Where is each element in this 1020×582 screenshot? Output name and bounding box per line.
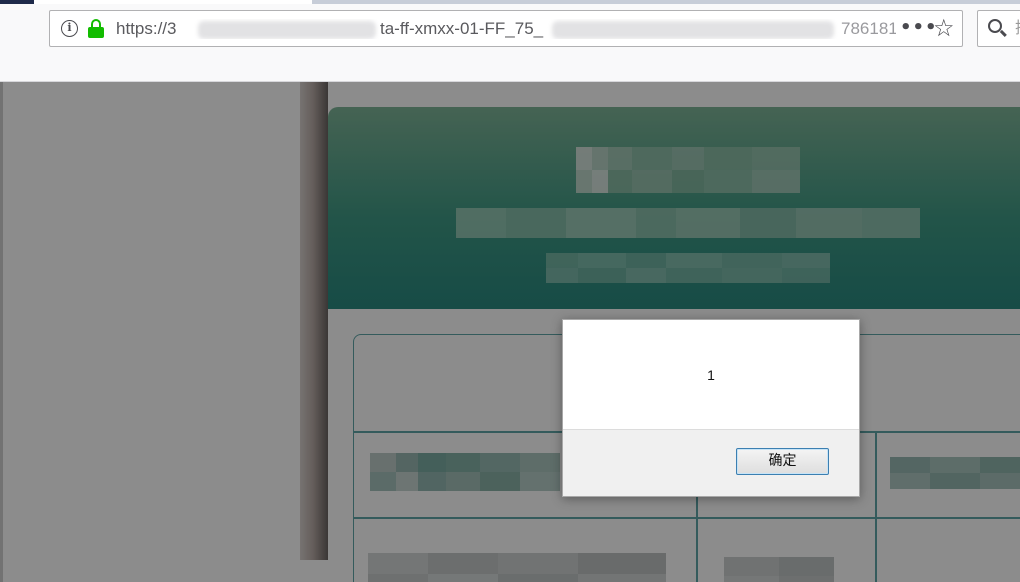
alert-message: 1 <box>707 367 715 383</box>
url-prefix: https://3 <box>116 19 177 38</box>
redacted-url-segment <box>198 21 376 39</box>
more-actions-icon[interactable]: ••• <box>900 16 938 40</box>
search-icon <box>988 19 1008 39</box>
star-icon[interactable]: ☆ <box>933 14 955 42</box>
alert-dialog: 1 确定 <box>562 319 860 497</box>
search-placeholder: 搜 <box>1015 19 1020 39</box>
browser-toolbar: i https://3 ta-ff-xmxx-01-FF_75_ 786181 … <box>0 0 1020 82</box>
url-path: ta-ff-xmxx-01-FF_75_ <box>380 19 544 38</box>
ok-button[interactable]: 确定 <box>736 448 829 475</box>
search-bar[interactable]: 搜 <box>977 10 1020 47</box>
redacted-url-segment <box>552 21 834 39</box>
tab-strip <box>0 0 1020 4</box>
url-text[interactable]: https://3 ta-ff-xmxx-01-FF_75_ 786181 <box>116 19 896 39</box>
active-tab-edge <box>312 0 1020 4</box>
modal-backdrop[interactable] <box>0 82 1020 582</box>
lock-icon[interactable] <box>88 19 104 39</box>
url-tail: 786181 <box>841 19 896 38</box>
page-viewport: 1 确定 <box>0 82 1020 582</box>
info-icon[interactable]: i <box>61 20 78 37</box>
alert-dialog-body: 1 <box>563 320 859 430</box>
tab-strip-corner <box>0 0 34 4</box>
address-bar[interactable]: i https://3 ta-ff-xmxx-01-FF_75_ 786181 … <box>49 10 963 47</box>
